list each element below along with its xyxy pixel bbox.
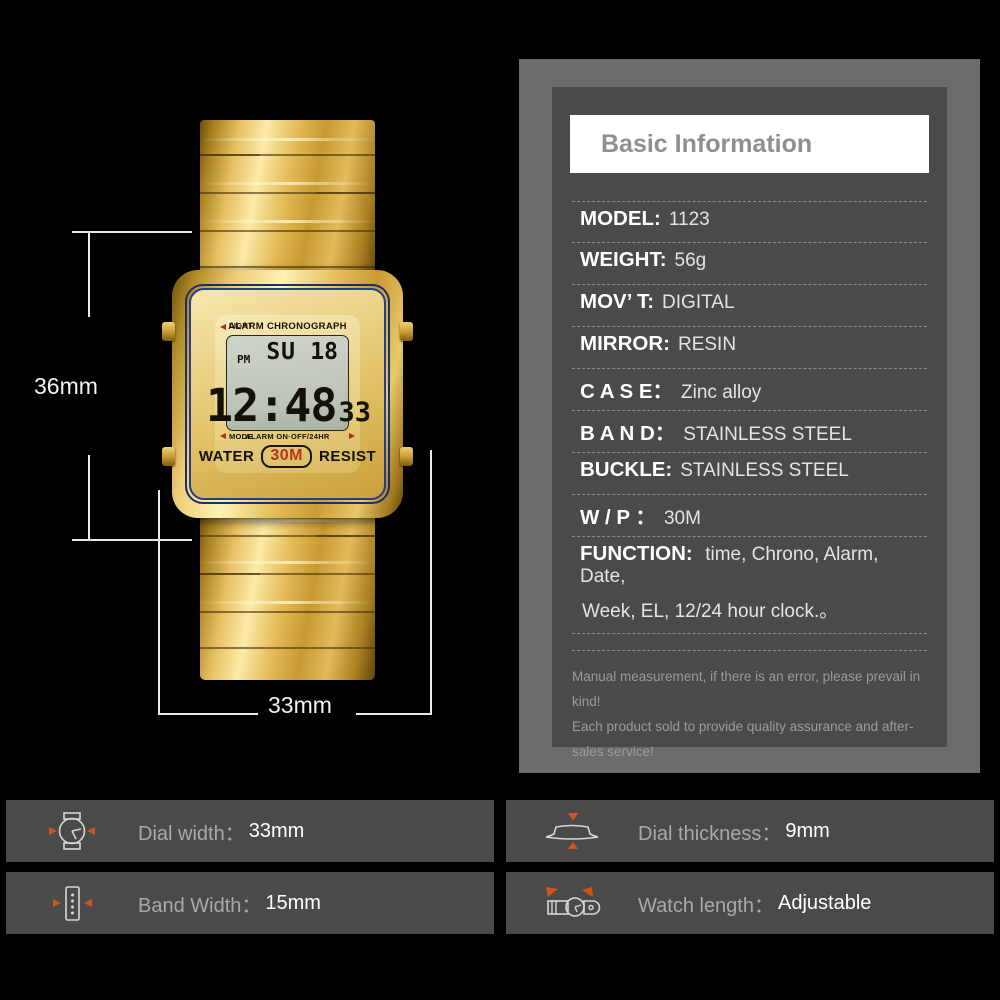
lcd-top-row: PM SU 18 [235,339,340,367]
basic-information-panel: Basic Information MODEL: 1123 WEIGHT: 56… [519,59,980,773]
spec-row: MODEL: 1123 [572,201,927,243]
disclaimer-notes: Manual measurement, if there is an error… [572,650,927,765]
spec-value: STAINLESS STEEL [680,460,849,481]
lcd-time: 12:48 [206,378,337,432]
lcd-date: 18 [310,339,338,365]
watch-dial-width-icon [6,809,138,853]
panel-header: Basic Information [570,115,929,173]
water-label: WATER [198,447,255,465]
dial-alarm-switch-label: ALARM ON·OFF/24HR [245,432,330,441]
feature-value: 15mm [265,891,321,914]
dimension-height-label: 36mm [34,373,98,399]
feature-value: 33mm [248,819,305,842]
water-rating: 30M [261,444,312,468]
lcd-seconds: 33 [338,396,371,428]
feature-tile-dial-width: Dial width： 33mm [6,800,494,862]
water-resist-strip: WATER 30M RESIST [199,444,376,468]
lcd-display: PM SU 18 12:48 33 [206,335,371,431]
spec-row: MIRROR: RESIN [572,327,927,369]
spec-key: C A S E： [580,380,674,403]
spec-key: W / P ： [580,506,656,529]
spec-row: WEIGHT: 56g [572,243,927,285]
feature-tile-band-width: Band Width： 15mm [6,872,494,934]
spec-table: MODEL: 1123 WEIGHT: 56g MOV’ T: DIGITAL … [572,201,927,634]
watch-pusher-top-right [400,322,413,341]
watch-length-icon [506,881,638,925]
note-line: Manual measurement, if there is an error… [572,669,921,709]
dim-line-width-ref [430,450,432,715]
spec-row: C A S E： Zinc alloy [572,369,927,411]
watch-pusher-bottom-right [400,447,413,466]
spec-value-line2: Week, EL, 12/24 hour clock.。 [582,601,839,622]
watch-case: LIGHT ALARM CHRONOGRAPH PM SU 18 12:48 3… [162,270,413,518]
watch-band-width-icon [6,881,138,925]
spec-key: BUCKLE: [580,458,673,481]
spec-value: DIGITAL [662,292,735,313]
spec-row: MOV’ T: DIGITAL [572,285,927,327]
lcd-time-row: 12:48 33 [206,383,371,427]
lcd-weekday: SU [266,339,297,365]
note-line: Each product sold to provide quality ass… [572,718,914,759]
spec-value: 56g [674,250,707,271]
spec-key: MODEL: [580,207,661,230]
basic-information-inner: Basic Information MODEL: 1123 WEIGHT: 56… [552,87,947,759]
feature-label: Band Width： [138,894,262,917]
spec-key: MIRROR: [580,332,670,355]
spec-row: W / P ： 30M [572,495,927,537]
watch-pusher-top-left [162,322,175,341]
feature-tiles: Dial width： 33mm Dial thickness： 9mm Ban… [0,800,1000,940]
dial-brand-line: ALARM CHRONOGRAPH [228,321,347,332]
feature-tile-watch-length: Watch length： Adjustable [506,872,994,934]
dim-line-left-vert [88,231,90,317]
watch-pusher-bottom-left [162,447,175,466]
spec-key: FUNCTION: [580,542,693,565]
spec-key: B A N D： [580,422,676,445]
spec-row: BUCKLE: STAINLESS STEEL [572,453,927,495]
spec-value: RESIN [677,334,737,355]
dim-line-left-vert2 [88,455,90,541]
watch-bracelet-lower [200,505,375,680]
gold-digital-watch-image: LIGHT ALARM CHRONOGRAPH PM SU 18 12:48 3… [150,120,425,680]
resist-label: RESIST [319,447,377,465]
product-infographic: 36mm 33mm LIGHT ALARM CHRONOGRAPH PM SU … [0,0,1000,1000]
watch-dial-face: LIGHT ALARM CHRONOGRAPH PM SU 18 12:48 3… [199,315,376,473]
mode-arrow-icon [220,433,226,439]
feature-value: 9mm [785,819,830,842]
panel-title: Basic Information [601,129,813,158]
light-arrow-icon [220,324,226,330]
feature-tile-dial-thickness: Dial thickness： 9mm [506,800,994,862]
alarm-arrow-icon [349,433,355,439]
dim-line-width-l [158,713,258,715]
dimension-width-label: 33mm [268,692,332,718]
feature-label: Watch length： [638,894,774,917]
spec-value: 1123 [668,209,710,230]
spec-key: WEIGHT: [580,248,667,271]
watch-bracelet-upper [200,120,375,290]
spec-row: B A N D： STAINLESS STEEL [572,411,927,453]
watch-bezel-inner: LIGHT ALARM CHRONOGRAPH PM SU 18 12:48 3… [189,288,386,500]
dim-line-width-r [356,713,432,715]
lcd-meridiem: PM [237,353,251,366]
spec-value: 30M [663,508,701,529]
spec-key: MOV’ T: [580,290,655,313]
spec-value: STAINLESS STEEL [683,424,852,445]
feature-value: Adjustable [778,891,872,914]
spec-value: Zinc alloy [681,382,762,403]
watch-thickness-icon [506,809,638,853]
spec-row-function: FUNCTION: time, Chrono, Alarm, Date, Wee… [572,537,927,634]
feature-label: Dial width： [138,822,245,845]
feature-label: Dial thickness： [638,822,782,845]
product-photo-pane: 36mm 33mm LIGHT ALARM CHRONOGRAPH PM SU … [0,0,500,790]
